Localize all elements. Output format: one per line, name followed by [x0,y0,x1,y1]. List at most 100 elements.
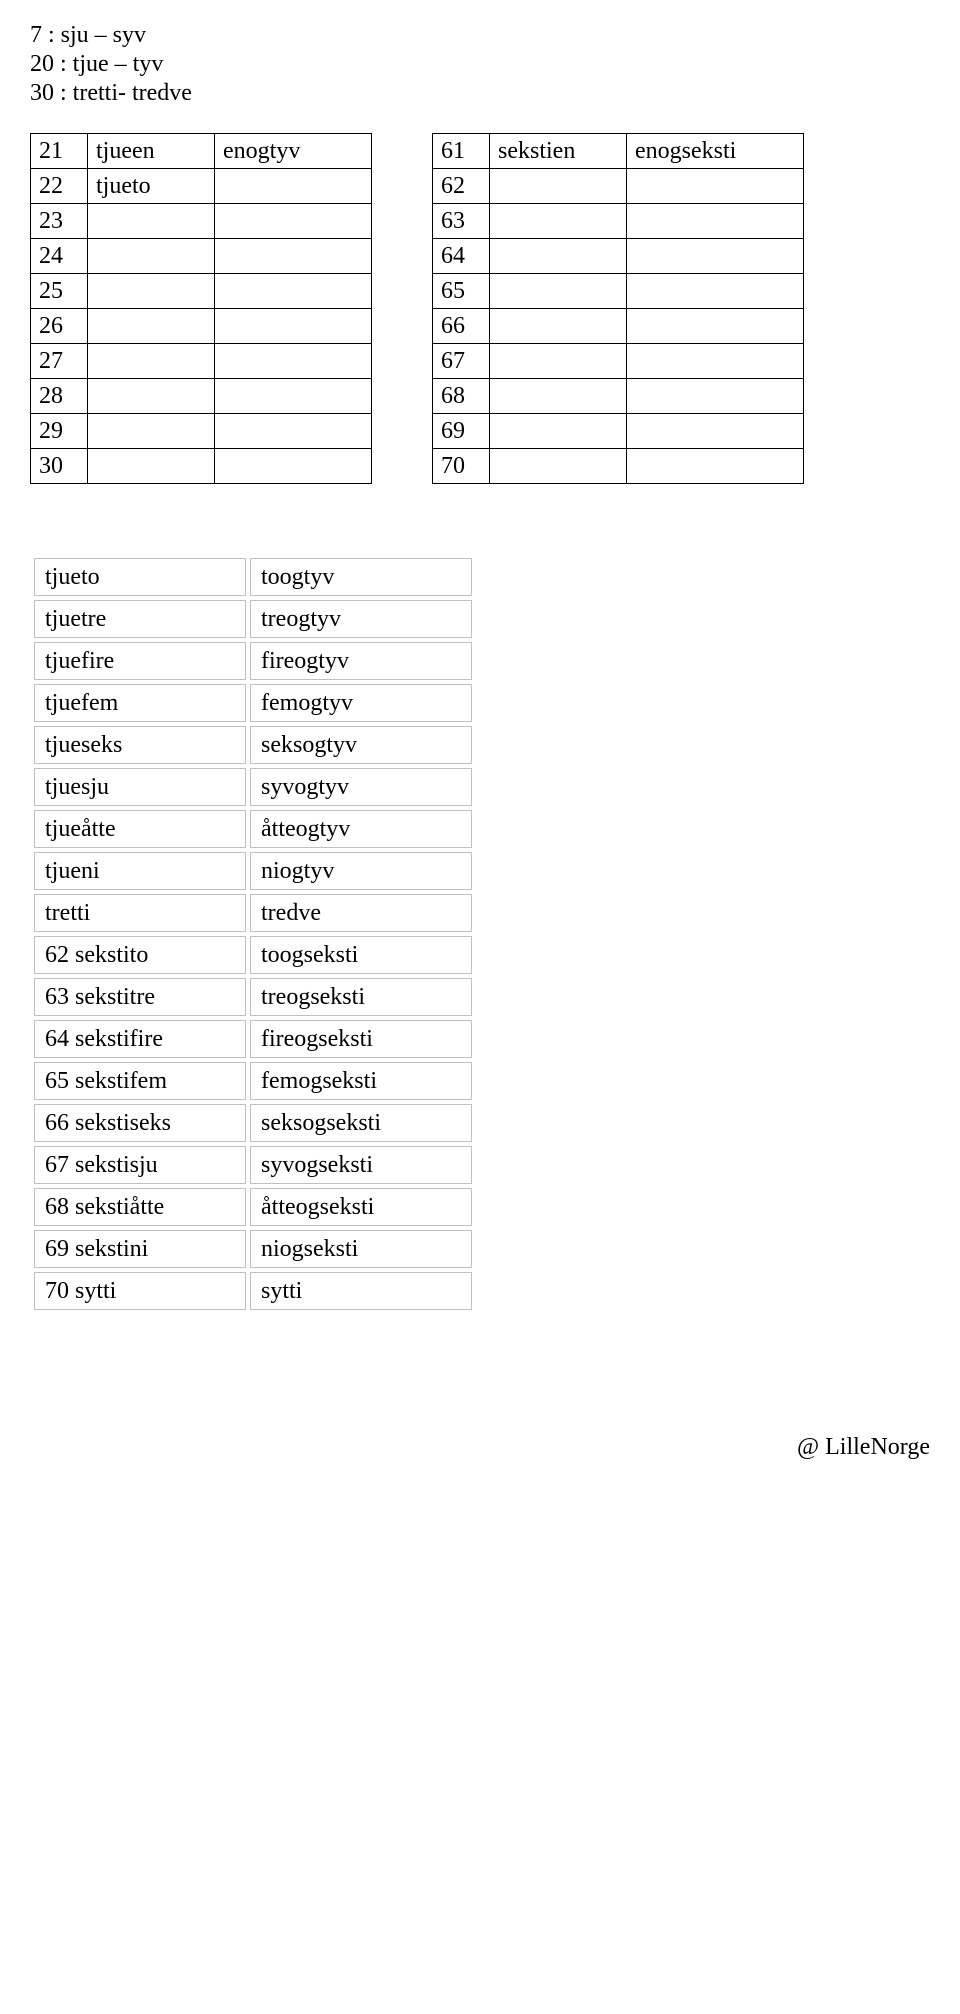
word-cell: tjueåtte [34,810,246,848]
table-row: tjuesjusyvogtyv [34,768,472,806]
word-cell: syvogseksti [250,1146,472,1184]
word-cell [627,274,804,309]
word-cell [490,239,627,274]
word-cell [627,309,804,344]
table-row: 63 [433,204,804,239]
word-cell [490,449,627,484]
table-row: 65 sekstifemfemogseksti [34,1062,472,1100]
table-row: 70 [433,449,804,484]
table-row: 69 [433,414,804,449]
word-cell [627,344,804,379]
num-cell: 65 [433,274,490,309]
word-cell: 64 sekstifire [34,1020,246,1058]
word-cell [88,204,215,239]
word-cell: tretti [34,894,246,932]
word-cell [490,274,627,309]
word-cell [627,239,804,274]
intro-line-2: 20 : tjue – tyv [30,51,930,78]
table-row: 62 [433,169,804,204]
word-cell: toogtyv [250,558,472,596]
word-cell: 62 sekstito [34,936,246,974]
num-cell: 24 [31,239,88,274]
number-table-right: 61sekstienenogseksti 62 63 64 65 66 67 6… [432,133,804,484]
table-row: 64 sekstifirefireogseksti [34,1020,472,1058]
num-cell: 29 [31,414,88,449]
num-cell: 69 [433,414,490,449]
num-cell: 70 [433,449,490,484]
word-cell: sytti [250,1272,472,1310]
table-row: 61sekstienenogseksti [433,134,804,169]
word-cell [215,274,372,309]
intro-block: 7 : sju – syv 20 : tjue – tyv 30 : trett… [30,22,930,107]
word-cell [88,239,215,274]
num-cell: 67 [433,344,490,379]
word-cell [215,239,372,274]
table-row: 63 sekstitretreogseksti [34,978,472,1016]
word-cell: syvogtyv [250,768,472,806]
table-row: 30 [31,449,372,484]
table-row: 23 [31,204,372,239]
word-cell: femogseksti [250,1062,472,1100]
word-cell [88,449,215,484]
word-cell: 69 sekstini [34,1230,246,1268]
word-pair-table: tjuetotoogtyv tjuetretreogtyv tjuefirefi… [30,554,476,1314]
table-row: 62 sekstitotoogseksti [34,936,472,974]
table-row: 21tjueenenogtyv [31,134,372,169]
word-cell [88,274,215,309]
word-cell [88,379,215,414]
table-row: tjuetotoogtyv [34,558,472,596]
word-cell [490,169,627,204]
num-cell: 30 [31,449,88,484]
word-cell: 67 sekstisju [34,1146,246,1184]
word-cell: tjuesju [34,768,246,806]
word-cell: tjuefem [34,684,246,722]
table-row: 25 [31,274,372,309]
word-cell: treogtyv [250,600,472,638]
word-cell: åtteogseksti [250,1188,472,1226]
word-cell [215,379,372,414]
table-row: 69 sekstininiogseksti [34,1230,472,1268]
word-cell [627,449,804,484]
table-row: 65 [433,274,804,309]
word-cell [215,204,372,239]
word-cell: tredve [250,894,472,932]
word-cell: enogtyv [215,134,372,169]
num-cell: 22 [31,169,88,204]
word-cell [490,309,627,344]
word-cell [490,344,627,379]
table-row: 68 [433,379,804,414]
intro-line-1: 7 : sju – syv [30,22,930,49]
word-cell [88,309,215,344]
table-row: 66 sekstiseksseksogseksti [34,1104,472,1142]
word-cell [215,449,372,484]
table-row: tjuefemfemogtyv [34,684,472,722]
word-cell: sekstien [490,134,627,169]
num-cell: 64 [433,239,490,274]
word-cell [215,344,372,379]
word-cell: tjueni [34,852,246,890]
num-cell: 61 [433,134,490,169]
word-cell [88,414,215,449]
num-cell: 28 [31,379,88,414]
word-cell [215,309,372,344]
word-cell [88,344,215,379]
number-table-left: 21tjueenenogtyv 22tjueto 23 24 25 26 27 … [30,133,372,484]
word-cell: femogtyv [250,684,472,722]
table-row: 22tjueto [31,169,372,204]
table-row: 29 [31,414,372,449]
word-cell: treogseksti [250,978,472,1016]
word-cell: seksogseksti [250,1104,472,1142]
table-row: 67 sekstisjusyvogseksti [34,1146,472,1184]
table-row: tjueåtteåtteogtyv [34,810,472,848]
word-cell [490,414,627,449]
word-cell [490,204,627,239]
word-cell: niogtyv [250,852,472,890]
table-row: 70 syttisytti [34,1272,472,1310]
word-cell [627,379,804,414]
num-cell: 27 [31,344,88,379]
word-cell [627,414,804,449]
word-cell [215,414,372,449]
word-cell: tjueto [34,558,246,596]
word-cell [490,379,627,414]
num-cell: 23 [31,204,88,239]
